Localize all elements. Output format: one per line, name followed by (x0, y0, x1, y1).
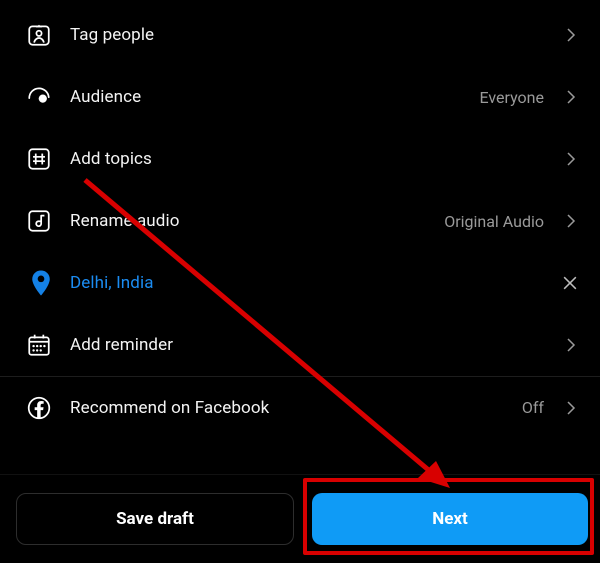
footer-actions: Save draft Next (0, 474, 600, 563)
chevron-right-icon (562, 88, 580, 106)
location-label: Delhi, India (56, 273, 560, 293)
row-add-reminder[interactable]: Add reminder (0, 314, 600, 376)
tag-people-label: Tag people (56, 25, 562, 45)
chevron-right-icon (562, 336, 580, 354)
add-reminder-label: Add reminder (56, 335, 562, 355)
rename-audio-value: Original Audio (444, 212, 544, 231)
row-recommend-facebook[interactable]: Recommend on Facebook Off (0, 376, 600, 438)
calendar-icon (22, 328, 56, 362)
audio-icon (22, 204, 56, 238)
chevron-right-icon (562, 399, 580, 417)
audience-icon (22, 80, 56, 114)
row-rename-audio[interactable]: Rename audio Original Audio (0, 190, 600, 252)
next-label: Next (432, 509, 468, 529)
chevron-right-icon (562, 26, 580, 44)
chevron-right-icon (562, 150, 580, 168)
row-tag-people[interactable]: Tag people (0, 4, 600, 66)
person-tag-icon (22, 18, 56, 52)
audience-value: Everyone (480, 88, 544, 107)
share-settings-screen: Tag people Audience Everyone Add topics (0, 0, 600, 563)
recommend-facebook-label: Recommend on Facebook (56, 398, 522, 418)
row-audience[interactable]: Audience Everyone (0, 66, 600, 128)
rename-audio-label: Rename audio (56, 211, 444, 231)
hashtag-icon (22, 142, 56, 176)
next-button[interactable]: Next (312, 493, 588, 545)
clear-location-icon[interactable] (560, 273, 580, 293)
row-location[interactable]: Delhi, India (0, 252, 600, 314)
add-topics-label: Add topics (56, 149, 562, 169)
recommend-facebook-value: Off (522, 398, 544, 417)
facebook-icon (22, 391, 56, 425)
options-list: Tag people Audience Everyone Add topics (0, 0, 600, 474)
save-draft-label: Save draft (116, 509, 194, 529)
location-pin-icon (22, 266, 56, 300)
save-draft-button[interactable]: Save draft (16, 493, 294, 545)
chevron-right-icon (562, 212, 580, 230)
audience-label: Audience (56, 87, 480, 107)
row-add-topics[interactable]: Add topics (0, 128, 600, 190)
